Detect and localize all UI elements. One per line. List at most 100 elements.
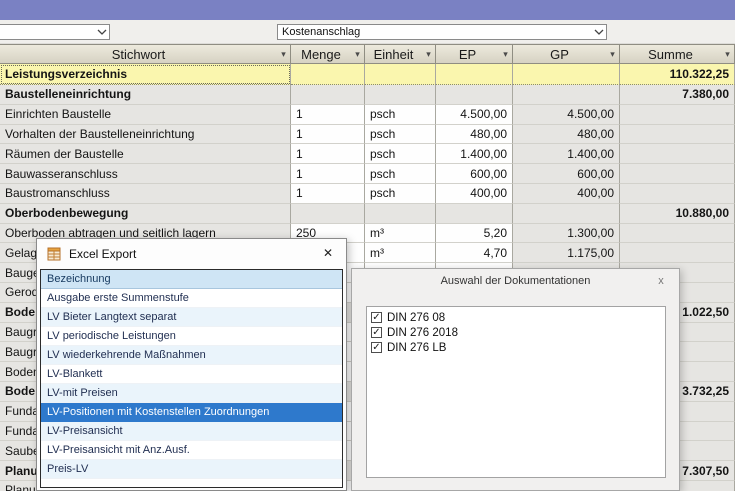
documentation-option[interactable]: ✓DIN 276 08 — [371, 310, 661, 325]
chevron-down-icon[interactable] — [592, 29, 606, 35]
ep-cell[interactable]: 5,20 — [436, 224, 513, 244]
stichwort-cell[interactable]: Baustelleneinrichtung — [0, 85, 291, 105]
summe-cell[interactable] — [620, 125, 735, 145]
table-row[interactable]: Baustelleneinrichtung 7.380,00 — [0, 85, 735, 105]
summe-cell[interactable]: 7.380,00 — [620, 85, 735, 105]
menge-cell[interactable] — [291, 85, 365, 105]
checkbox-checked-icon[interactable]: ✓ — [371, 327, 382, 338]
gp-cell[interactable]: 600,00 — [513, 164, 620, 184]
filter-dropdown-icon[interactable]: ▾ — [351, 49, 364, 60]
table-row[interactable]: Baustromanschluss1psch400,00400,00 — [0, 184, 735, 204]
filter-dropdown-icon[interactable]: ▾ — [721, 49, 734, 60]
export-template-item[interactable]: LV-Positionen mit Kostenstellen Zuordnun… — [41, 403, 342, 422]
einheit-cell[interactable]: m³ — [365, 243, 436, 263]
export-template-item[interactable]: LV-Preisansicht mit Anz.Ausf. — [41, 441, 342, 460]
menge-cell[interactable]: 1 — [291, 144, 365, 164]
ep-cell[interactable]: 480,00 — [436, 125, 513, 145]
export-template-item[interactable]: LV-Preisansicht — [41, 422, 342, 441]
einheit-cell[interactable]: m³ — [365, 224, 436, 244]
close-icon[interactable]: x — [653, 273, 669, 289]
column-header-gp[interactable]: GP▾ — [513, 44, 620, 64]
ep-cell[interactable] — [436, 204, 513, 224]
documentation-option[interactable]: ✓DIN 276 2018 — [371, 325, 661, 340]
einheit-cell[interactable]: psch — [365, 144, 436, 164]
chevron-down-icon[interactable] — [95, 29, 109, 35]
filter-dropdown-icon[interactable]: ▾ — [422, 49, 435, 60]
stichwort-cell[interactable]: Vorhalten der Baustelleneinrichtung — [0, 125, 291, 145]
einheit-cell[interactable]: psch — [365, 105, 436, 125]
summe-cell[interactable]: 10.880,00 — [620, 204, 735, 224]
list-column-header[interactable]: Bezeichnung — [41, 270, 342, 289]
einheit-cell[interactable] — [365, 85, 436, 105]
menge-cell[interactable] — [291, 64, 365, 85]
left-combobox[interactable] — [0, 24, 110, 40]
gp-cell[interactable]: 400,00 — [513, 184, 620, 204]
excel-export-titlebar[interactable]: Excel Export — [37, 239, 346, 269]
column-header-stichwort[interactable]: Stichwort▾ — [0, 44, 291, 64]
einheit-cell[interactable] — [365, 204, 436, 224]
gp-cell[interactable] — [513, 85, 620, 105]
documentation-option[interactable]: ✓DIN 276 LB — [371, 340, 661, 355]
ep-cell[interactable]: 4,70 — [436, 243, 513, 263]
table-row[interactable]: Räumen der Baustelle1psch1.400,001.400,0… — [0, 144, 735, 164]
stichwort-cell[interactable]: Leistungsverzeichnis — [0, 64, 291, 85]
gp-cell[interactable]: 4.500,00 — [513, 105, 620, 125]
summe-cell[interactable] — [620, 164, 735, 184]
summe-cell[interactable]: 110.322,25 — [620, 64, 735, 85]
einheit-cell[interactable]: psch — [365, 125, 436, 145]
summe-cell[interactable] — [620, 224, 735, 244]
export-template-item[interactable]: Preis-LV — [41, 460, 342, 479]
ep-cell[interactable]: 1.400,00 — [436, 144, 513, 164]
summe-cell[interactable] — [620, 184, 735, 204]
stichwort-cell[interactable]: Räumen der Baustelle — [0, 144, 291, 164]
export-template-item[interactable]: LV wiederkehrende Maßnahmen — [41, 346, 342, 365]
export-template-item[interactable]: LV-mit Preisen — [41, 384, 342, 403]
stichwort-cell[interactable]: Oberbodenbewegung — [0, 204, 291, 224]
gp-cell[interactable]: 1.300,00 — [513, 224, 620, 244]
ep-cell[interactable]: 400,00 — [436, 184, 513, 204]
column-header-ep[interactable]: EP▾ — [436, 44, 513, 64]
summe-cell[interactable] — [620, 105, 735, 125]
table-row[interactable]: Vorhalten der Baustelleneinrichtung1psch… — [0, 125, 735, 145]
export-template-item[interactable]: LV-Blankett — [41, 365, 342, 384]
einheit-cell[interactable] — [365, 64, 436, 85]
einheit-cell[interactable]: psch — [365, 184, 436, 204]
filter-dropdown-icon[interactable]: ▾ — [277, 49, 290, 60]
stichwort-cell[interactable]: Bauwasseranschluss — [0, 164, 291, 184]
close-icon[interactable]: ✕ — [314, 241, 342, 265]
table-row[interactable]: Einrichten Baustelle1psch4.500,004.500,0… — [0, 105, 735, 125]
einheit-cell[interactable]: psch — [365, 164, 436, 184]
table-row[interactable]: Bauwasseranschluss1psch600,00600,00 — [0, 164, 735, 184]
checkbox-checked-icon[interactable]: ✓ — [371, 342, 382, 353]
view-combobox[interactable]: Kostenanschlag — [277, 24, 607, 40]
table-row[interactable]: Oberbodenbewegung 10.880,00 — [0, 204, 735, 224]
ep-cell[interactable] — [436, 85, 513, 105]
stichwort-cell[interactable]: Einrichten Baustelle — [0, 105, 291, 125]
column-header-menge[interactable]: Menge▾ — [291, 44, 365, 64]
ep-cell[interactable]: 4.500,00 — [436, 105, 513, 125]
summe-cell[interactable] — [620, 243, 735, 263]
filter-dropdown-icon[interactable]: ▾ — [606, 49, 619, 60]
gp-cell[interactable]: 1.400,00 — [513, 144, 620, 164]
checkbox-checked-icon[interactable]: ✓ — [371, 312, 382, 323]
export-template-item[interactable]: LV periodische Leistungen — [41, 327, 342, 346]
menge-cell[interactable]: 1 — [291, 105, 365, 125]
gp-cell[interactable]: 480,00 — [513, 125, 620, 145]
menge-cell[interactable]: 1 — [291, 164, 365, 184]
gp-cell[interactable] — [513, 64, 620, 85]
column-header-summe[interactable]: Summe▾ — [620, 44, 735, 64]
column-header-einheit[interactable]: Einheit▾ — [365, 44, 436, 64]
stichwort-cell[interactable]: Baustromanschluss — [0, 184, 291, 204]
menge-cell[interactable]: 1 — [291, 125, 365, 145]
export-template-item[interactable]: Ausgabe erste Summenstufe — [41, 289, 342, 308]
menge-cell[interactable] — [291, 204, 365, 224]
gp-cell[interactable] — [513, 204, 620, 224]
ep-cell[interactable]: 600,00 — [436, 164, 513, 184]
summe-cell[interactable] — [620, 144, 735, 164]
filter-dropdown-icon[interactable]: ▾ — [499, 49, 512, 60]
table-row[interactable]: Leistungsverzeichnis 110.322,25 — [0, 64, 735, 85]
menge-cell[interactable]: 1 — [291, 184, 365, 204]
ep-cell[interactable] — [436, 64, 513, 85]
export-template-item[interactable]: LV Bieter Langtext separat — [41, 308, 342, 327]
gp-cell[interactable]: 1.175,00 — [513, 243, 620, 263]
